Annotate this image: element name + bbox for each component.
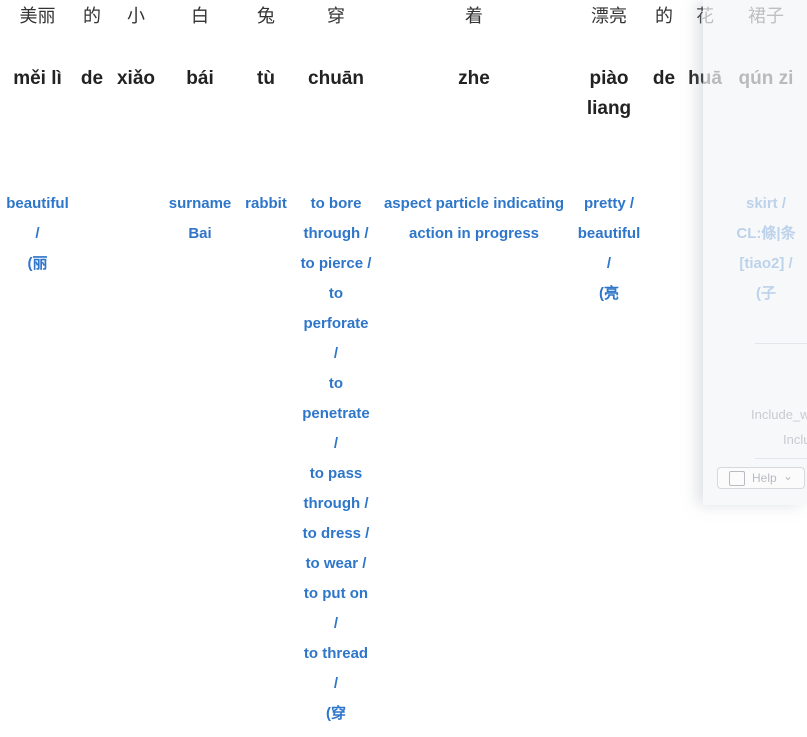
- hanzi-text: 的: [655, 6, 673, 27]
- definition-line: to pass: [309, 465, 363, 482]
- hanzi-text: 穿: [327, 6, 345, 27]
- definition-line: /: [35, 225, 40, 242]
- hanzi-text: 的: [83, 6, 101, 27]
- panel-divider: [755, 458, 807, 459]
- pinyin-text: zhe: [383, 64, 565, 94]
- hanzi-text: 漂亮: [591, 6, 627, 27]
- pinyin-line: zhe: [458, 68, 490, 89]
- definition-line: /: [333, 615, 339, 632]
- pinyin-text: měi lì: [5, 64, 70, 94]
- definition-line: (穿: [326, 705, 346, 722]
- pinyin-text: de: [650, 64, 678, 94]
- pinyin-line: tù: [257, 68, 275, 89]
- definition-line: through /: [303, 495, 369, 512]
- definition-text[interactable]: to bore through / to pierce / to perforate / t…: [297, 189, 375, 729]
- chevron-down-icon: ⌄: [783, 469, 794, 483]
- hanzi-text: 美丽: [19, 6, 56, 27]
- definition-line: to: [328, 285, 344, 302]
- panel-divider: [755, 343, 807, 344]
- pinyin-line: měi lì: [13, 68, 62, 89]
- include-option-label[interactable]: Inclu: [783, 432, 807, 447]
- definition-line: to put on: [303, 585, 369, 602]
- definition-line: pretty /: [583, 195, 634, 212]
- definition-line: (亮: [599, 285, 619, 302]
- definition-line: to: [328, 375, 344, 392]
- definition-line: rabbit: [245, 195, 287, 212]
- definition-line: to thread: [303, 645, 369, 662]
- pinyin-line: bái: [186, 68, 214, 89]
- help-book-icon: [729, 471, 745, 486]
- pinyin-line: de: [80, 68, 104, 89]
- definition-line: to dress /: [302, 525, 370, 542]
- hanzi-text: 小: [127, 6, 145, 27]
- pinyin-text: tù: [240, 64, 292, 94]
- hanzi-text: 兔: [257, 6, 275, 27]
- definition-text[interactable]: rabbit: [240, 189, 292, 219]
- definition-line: penetrate: [302, 405, 370, 422]
- definition-line: to bore: [310, 195, 362, 212]
- hanzi-text: 着: [465, 6, 483, 27]
- pinyin-text: chuān: [297, 64, 375, 94]
- definition-line: (丽: [27, 255, 48, 272]
- side-panel: Include_w Inclu: [703, 0, 807, 505]
- definition-line: beautiful: [6, 195, 69, 212]
- pinyin-line: xiǎo: [116, 68, 156, 89]
- definition-text[interactable]: aspect particle indicating action in prog…: [383, 189, 565, 249]
- definition-line: action in progress: [408, 225, 540, 242]
- definition-line: surname: [168, 195, 232, 212]
- pinyin-line: piào: [589, 68, 629, 89]
- definition-line: /: [333, 435, 339, 452]
- definition-line: to pierce /: [300, 255, 372, 272]
- definition-line: perforate: [303, 315, 369, 332]
- definition-line: /: [333, 345, 339, 362]
- definition-line: Bai: [188, 225, 212, 242]
- pinyin-text: de: [78, 64, 106, 94]
- definition-line: /: [333, 675, 339, 692]
- definition-line: beautiful: [577, 225, 641, 242]
- definition-line: /: [606, 255, 612, 272]
- help-label: Help: [752, 471, 777, 485]
- definition-line: aspect particle indicating: [383, 195, 565, 212]
- hanzi-text: 白: [191, 6, 209, 27]
- pinyin-text: bái: [168, 64, 232, 94]
- pinyin-line: liang: [586, 98, 632, 119]
- definition-text[interactable]: surname Bai: [168, 189, 232, 249]
- pinyin-text: piào liang: [573, 64, 645, 124]
- definition-text[interactable]: beautiful / (丽: [5, 189, 70, 279]
- pinyin-line: de: [652, 68, 676, 89]
- pinyin-text: xiǎo: [112, 64, 160, 94]
- help-button[interactable]: Help ⌄: [717, 467, 805, 489]
- pinyin-line: chuān: [308, 68, 364, 89]
- definition-line: to wear /: [305, 555, 367, 572]
- include-option-label[interactable]: Include_w: [751, 407, 807, 422]
- definition-text[interactable]: pretty / beautiful / (亮: [573, 189, 645, 309]
- definition-line: through /: [303, 225, 369, 242]
